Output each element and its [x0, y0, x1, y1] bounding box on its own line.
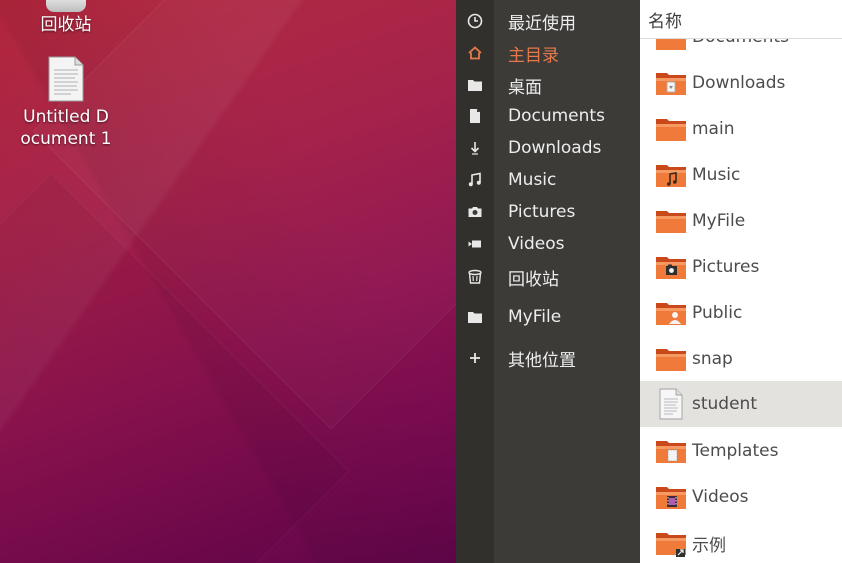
folder-videos-icon	[655, 481, 687, 513]
sidebar-item-music[interactable]: Music	[456, 164, 640, 196]
sidebar-item-videos[interactable]: Videos	[456, 228, 640, 260]
sidebar-item-label: 桌面	[508, 77, 542, 98]
file-name: Templates	[692, 441, 779, 461]
sidebar-item-downloads[interactable]: Downloads	[456, 132, 640, 164]
download-icon	[456, 140, 494, 156]
sidebar-item-documents[interactable]: Documents	[456, 100, 640, 132]
folder-icon	[655, 113, 687, 145]
file-name: snap	[692, 349, 733, 369]
sidebar-item-home[interactable]: 主目录	[456, 37, 640, 69]
sidebar-item-label: Music	[508, 170, 557, 190]
folder-icon	[655, 205, 687, 237]
file-row-templates[interactable]: Templates	[640, 428, 842, 474]
file-list: 名称 Documents Downloads	[640, 0, 842, 563]
column-header-label: 名称	[648, 11, 682, 32]
file-name: student	[692, 394, 757, 414]
folder-icon	[655, 343, 687, 375]
file-name: main	[692, 119, 735, 139]
home-icon	[456, 45, 494, 61]
file-row-music[interactable]: Music	[640, 152, 842, 198]
folder-icon	[456, 77, 494, 93]
file-row-public[interactable]: Public	[640, 290, 842, 336]
sidebar-item-pictures[interactable]: Pictures	[456, 196, 640, 228]
trash-icon	[456, 269, 494, 285]
sidebar: 最近使用 主目录 桌面 Documents Downloads Music Pi…	[456, 0, 640, 563]
folder-music-icon	[655, 159, 687, 191]
file-name: Videos	[692, 487, 749, 507]
sidebar-item-label: 最近使用	[508, 13, 576, 34]
sidebar-item-label: Downloads	[508, 138, 602, 158]
desktop: 回收站 Untitled Document 1	[0, 0, 456, 563]
clock-icon	[456, 13, 494, 29]
sidebar-item-label: 其他位置	[508, 350, 576, 371]
sidebar-item-myfile[interactable]: MyFile	[456, 301, 640, 333]
sidebar-item-label: MyFile	[508, 307, 562, 327]
desktop-document[interactable]: Untitled Document 1	[18, 56, 114, 150]
file-row-pictures[interactable]: Pictures	[640, 244, 842, 290]
desktop-trash-label: 回收站	[40, 15, 92, 35]
folder-templates-icon	[655, 435, 687, 467]
file-name: 示例	[692, 535, 726, 556]
text-document-icon	[47, 56, 85, 102]
file-row-student[interactable]: student	[640, 381, 842, 427]
file-name: Downloads	[692, 73, 786, 93]
folder-link-icon	[655, 527, 687, 559]
file-row-downloads[interactable]: Downloads	[640, 60, 842, 106]
sidebar-item-recent[interactable]: 最近使用	[456, 5, 640, 37]
sidebar-item-other-locations[interactable]: 其他位置	[456, 342, 640, 374]
file-row-myfile[interactable]: MyFile	[640, 198, 842, 244]
folder-pictures-icon	[655, 251, 687, 283]
folder-downloads-icon	[655, 67, 687, 99]
sidebar-item-desktop[interactable]: 桌面	[456, 69, 640, 101]
file-row-videos[interactable]: Videos	[640, 474, 842, 520]
folder-public-icon	[655, 297, 687, 329]
file-name: Public	[692, 303, 743, 323]
sidebar-item-trash[interactable]: 回收站	[456, 261, 640, 293]
desktop-document-label: Untitled Document 1	[20, 107, 112, 149]
text-file-icon	[655, 388, 687, 420]
file-name: Music	[692, 165, 741, 185]
desktop-trash[interactable]: 回收站	[18, 0, 114, 36]
plus-icon	[456, 350, 494, 366]
sidebar-item-label: 回收站	[508, 269, 559, 290]
sidebar-item-label: Videos	[508, 234, 565, 254]
file-row-examples[interactable]: 示例	[640, 520, 842, 563]
folder-icon	[456, 309, 494, 325]
file-row-main[interactable]: main	[640, 106, 842, 152]
file-name: MyFile	[692, 211, 746, 231]
sidebar-item-label: Pictures	[508, 202, 576, 222]
music-icon	[456, 172, 494, 188]
file-name: Pictures	[692, 257, 760, 277]
video-icon	[456, 236, 494, 252]
sidebar-item-label: Documents	[508, 106, 605, 126]
column-header-name[interactable]: 名称	[640, 0, 842, 39]
camera-icon	[456, 204, 494, 220]
file-row-snap[interactable]: snap	[640, 336, 842, 382]
sidebar-item-label: 主目录	[508, 45, 559, 66]
trash-icon	[46, 0, 86, 12]
document-icon	[456, 108, 494, 124]
